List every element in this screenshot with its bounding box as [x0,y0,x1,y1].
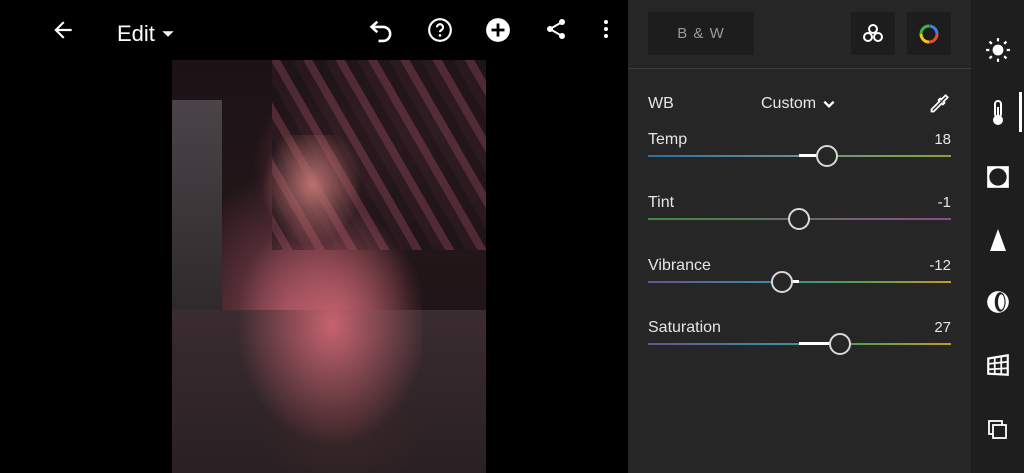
optics-icon[interactable] [983,287,1013,317]
slider-label: Vibrance [648,257,711,274]
temp-slider[interactable]: Temp 18 [648,131,951,181]
slider-label: Tint [648,194,675,211]
edit-menu[interactable]: Edit [117,17,175,51]
detail-icon[interactable] [983,225,1013,255]
photo-preview[interactable] [172,60,486,473]
tool-rail [971,0,1024,473]
edit-label: Edit [117,21,155,46]
more-vert-icon[interactable] [591,17,621,51]
slider-knob[interactable] [788,208,810,230]
caret-down-icon [161,17,175,51]
wb-label: WB [648,95,674,112]
color-mix-icon[interactable] [907,12,951,55]
profiles-icon[interactable] [851,12,895,55]
slider-value: -12 [929,257,951,274]
slider-label: Temp [648,131,688,148]
bw-button[interactable]: B & W [648,12,754,55]
slider-value: -1 [937,194,951,211]
slider-value: 27 [934,319,951,336]
add-icon[interactable] [483,17,513,51]
color-thermometer-icon[interactable] [983,98,1013,128]
white-balance-row: WB Custom [648,92,951,118]
help-icon[interactable] [425,17,455,51]
light-icon[interactable] [983,35,1013,65]
geometry-icon[interactable] [983,350,1013,380]
photo-subject [232,135,422,473]
photo-canvas[interactable] [0,0,628,473]
tint-slider[interactable]: Tint -1 [648,194,951,244]
slider-label: Saturation [648,319,721,336]
top-toolbar: Edit [0,0,628,68]
versions-icon[interactable] [983,415,1013,445]
chevron-down-icon [823,100,835,108]
rail-selected-indicator [1019,92,1022,132]
saturation-slider[interactable]: Saturation 27 [648,319,951,369]
arrow-left-icon[interactable] [48,17,78,51]
adjustments-panel: B & W WB Custom Temp 18 Tint -1 Vibrance… [628,0,971,473]
slider-knob[interactable] [829,333,851,355]
wb-value: Custom [761,95,817,112]
eyedropper-icon[interactable] [925,92,951,123]
slider-track[interactable] [648,281,951,283]
share-icon[interactable] [541,17,571,51]
slider-knob[interactable] [816,145,838,167]
undo-icon[interactable] [367,17,397,51]
slider-value: 18 [934,131,951,148]
vibrance-slider[interactable]: Vibrance -12 [648,257,951,307]
photo-cabinet [172,100,222,340]
wb-dropdown[interactable]: Custom [761,95,836,113]
slider-knob[interactable] [771,271,793,293]
panel-header: B & W [628,0,971,69]
effects-vignette-icon[interactable] [983,162,1013,192]
